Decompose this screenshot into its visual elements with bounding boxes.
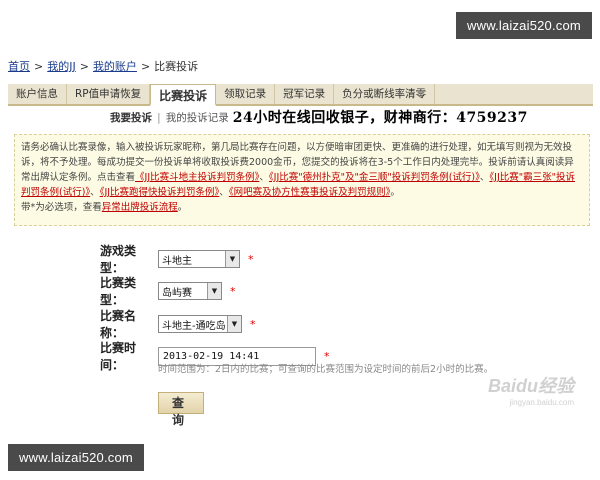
match-type-label: 比赛类型： xyxy=(100,276,137,307)
chevron-down-icon: ▼ xyxy=(227,316,241,332)
match-name-label: 比赛名称： xyxy=(100,309,137,340)
tab-match-complaint[interactable]: 比赛投诉 xyxy=(150,84,217,106)
match-name-select[interactable]: 斗地主-通吃岛 ▼ xyxy=(158,315,242,333)
subnav-separator: | xyxy=(157,110,161,124)
tab-claim-records[interactable]: 领取记录 xyxy=(216,84,276,104)
notice-end: 。 xyxy=(177,202,188,213)
chevron-down-icon: ▼ xyxy=(225,251,239,267)
match-name-value: 斗地主-通吃岛 xyxy=(162,320,226,332)
tab-reset-negative[interactable]: 负分或断线率清零 xyxy=(334,84,436,104)
required-mark: * xyxy=(248,252,254,266)
breadcrumb: 首页 > 我的JJ > 我的账户 > 比赛投诉 xyxy=(8,58,198,74)
game-type-select[interactable]: 斗地主 ▼ xyxy=(158,250,240,268)
subnav-complaint-history[interactable]: 我的投诉记录 xyxy=(166,110,229,125)
match-time-label: 比赛时间： xyxy=(100,341,137,372)
game-type-value: 斗地主 xyxy=(162,255,192,267)
breadcrumb-separator: > xyxy=(34,60,44,73)
complaint-flow-link[interactable]: 异常出牌投诉流程 xyxy=(102,202,178,213)
rule-link-texas-holdem[interactable]: 《JJ比赛"德州扑克"及"金三顺"投诉判罚条例(试行)》 xyxy=(269,172,480,183)
tab-rp-restore[interactable]: RP值申请恢复 xyxy=(67,84,151,104)
game-type-row: 游戏类型： 斗地主 ▼ * xyxy=(100,242,254,276)
subnav-submit-complaint[interactable]: 我要投诉 xyxy=(110,110,152,125)
notice-required-note: 带*为必选项，查看 xyxy=(21,202,102,213)
sub-navigation: 我要投诉 | 我的投诉记录 24小时在线回收银子，财神商行：4759237 xyxy=(8,106,593,128)
match-type-row: 比赛类型： 岛屿赛 ▼ * xyxy=(100,274,236,308)
baidu-logo-url: jingyan.baidu.com xyxy=(509,398,575,407)
tab-champion-records[interactable]: 冠军记录 xyxy=(275,84,335,104)
required-mark: * xyxy=(250,317,256,331)
baidu-jingyan-watermark: Baidu经验 jingyan.baidu.com xyxy=(488,372,574,407)
rule-link-net-cafe[interactable]: 《网吧赛及协方性赛事投诉及判罚规则》 xyxy=(229,187,391,198)
account-tabs: 账户信息 RP值申请恢复 比赛投诉 领取记录 冠军记录 负分或断线率清零 xyxy=(8,84,593,106)
query-button[interactable]: 查询 xyxy=(158,392,204,427)
site-watermark-top: www.laizai520.com xyxy=(456,12,592,39)
chevron-down-icon: ▼ xyxy=(207,283,221,299)
match-name-row: 比赛名称： 斗地主-通吃岛 ▼ * xyxy=(100,307,256,341)
baidu-logo-text: Baidu经验 xyxy=(488,376,575,396)
rule-link-doudizhu[interactable]: 《JJ比赛斗地主投诉判罚条例》 xyxy=(135,172,259,183)
game-type-label: 游戏类型： xyxy=(100,244,137,275)
tab-account-info[interactable]: 账户信息 xyxy=(8,84,67,104)
match-type-value: 岛屿赛 xyxy=(162,287,192,299)
match-type-select[interactable]: 岛屿赛 ▼ xyxy=(158,282,222,300)
site-watermark-bottom: www.laizai520.com xyxy=(8,444,144,471)
complaint-notice: 请务必确认比赛录像，输入被投诉玩家昵称，第几局比赛存在问题，以方便暗审团更快、更… xyxy=(14,134,590,226)
breadcrumb-current: 比赛投诉 xyxy=(154,60,199,73)
breadcrumb-home-link[interactable]: 首页 xyxy=(8,60,30,73)
required-mark: * xyxy=(230,284,236,298)
time-range-hint: 时间范围为：2日内的比赛；可查询的比赛范围为设定时间的前后2小时的比赛。 xyxy=(158,364,494,375)
breadcrumb-my-jj-link[interactable]: 我的JJ xyxy=(47,60,76,73)
ad-banner-text: 24小时在线回收银子，财神商行：4759237 xyxy=(232,110,528,126)
rule-link-pao-de-kuai[interactable]: 《JJ比赛跑得快投诉判罚条例》 xyxy=(100,187,220,198)
breadcrumb-separator: > xyxy=(79,60,89,73)
notice-end: 。 xyxy=(390,187,400,198)
breadcrumb-separator: > xyxy=(140,60,151,73)
breadcrumb-my-account-link[interactable]: 我的账户 xyxy=(93,60,137,73)
